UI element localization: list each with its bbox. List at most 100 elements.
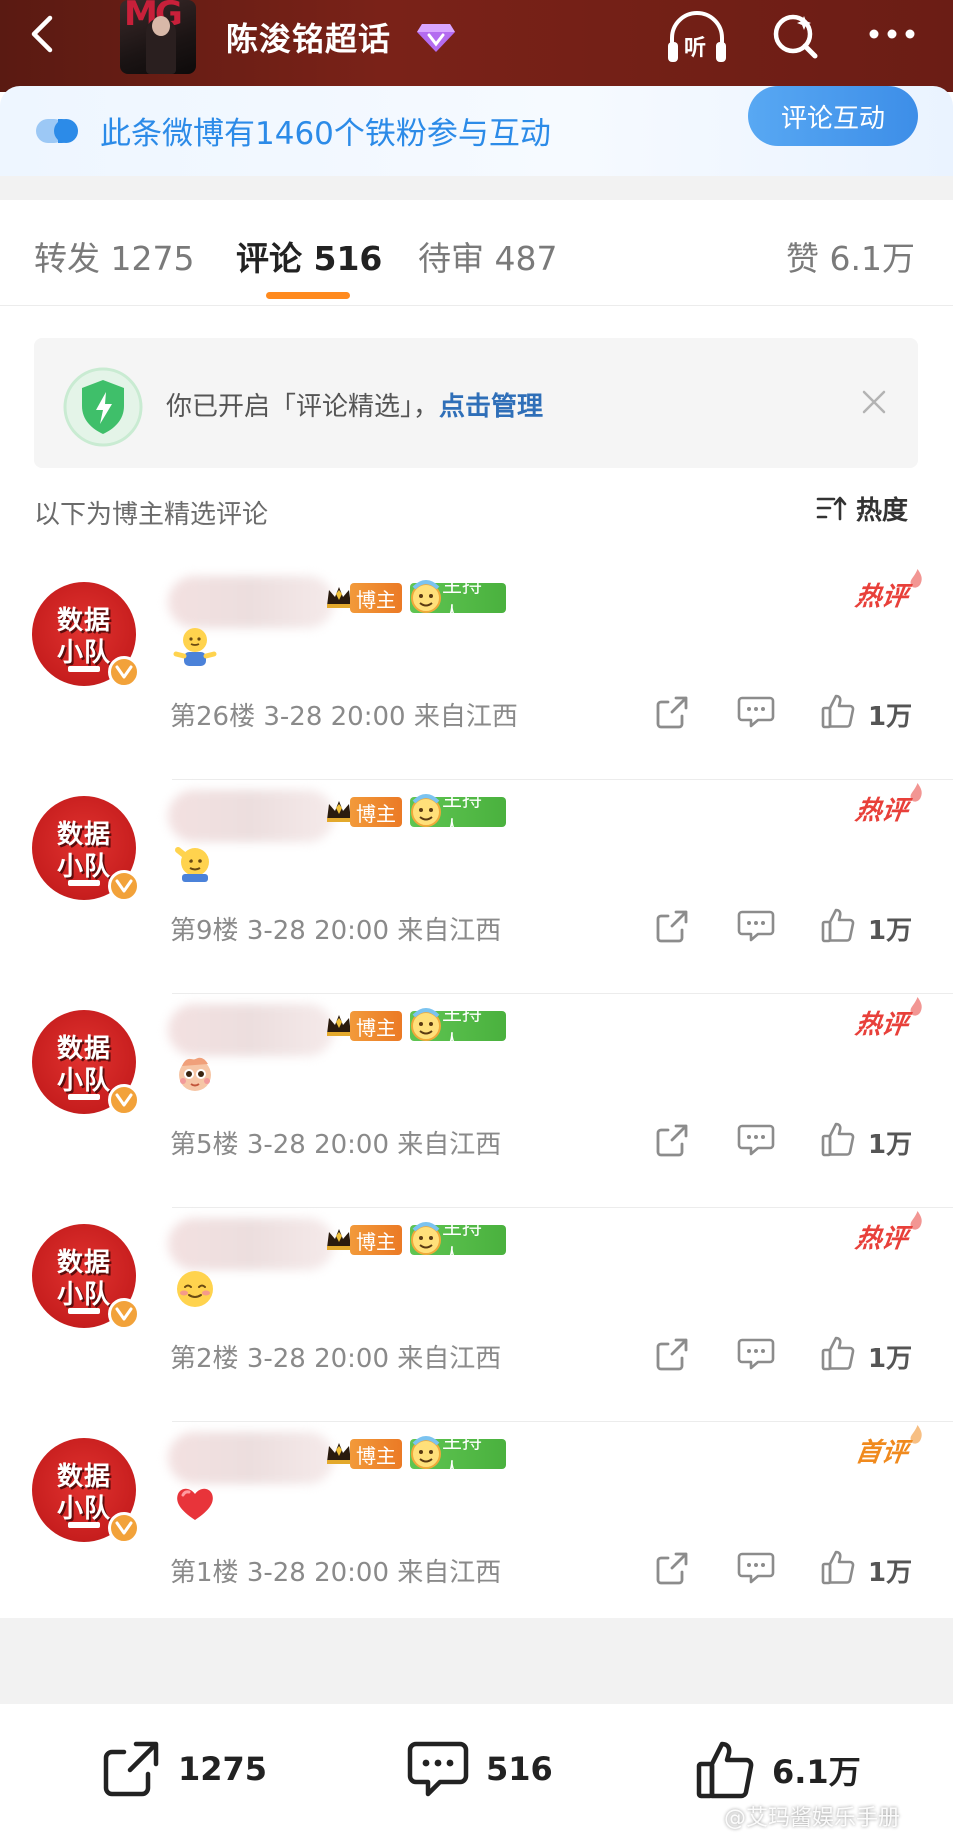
blurred-username[interactable] <box>168 576 334 628</box>
share-icon[interactable] <box>654 1336 690 1372</box>
repost-count: 1275 <box>178 1750 268 1788</box>
like-count: 1万 <box>868 1344 913 1374</box>
comment-location: 来自江西 <box>397 1558 502 1588</box>
tab-bar: 转发 1275 评论 516 待审 487 赞 6.1万 <box>0 200 953 306</box>
sort-label: 热度 <box>856 495 909 526</box>
comment-item[interactable]: 数据 小队 博主 主持人 热评 第5楼 3-28 20:00 来自江西 1万 <box>0 994 953 1208</box>
search-button[interactable] <box>768 8 824 64</box>
topic-avatar[interactable]: MG <box>120 0 196 74</box>
top-bar: MG 陈浚铭超话 听 <box>0 0 953 92</box>
tab-likes[interactable]: 赞 6.1万 <box>786 232 915 280</box>
comment-location: 来自江西 <box>397 916 502 946</box>
salute-emoji <box>175 847 209 882</box>
comment-item[interactable]: 数据 小队 博主 主持人 热评 第26楼 3-28 20:00 来自江西 1万 <box>0 566 953 780</box>
shy-smile-emoji <box>177 1271 213 1307</box>
comment-icon[interactable] <box>736 1122 776 1158</box>
comment-meta: 第5楼 3-28 20:00 来自江西 <box>170 1124 501 1161</box>
like-icon[interactable] <box>820 1120 856 1158</box>
comment-meta: 第2楼 3-28 20:00 来自江西 <box>170 1338 501 1375</box>
like-icon[interactable] <box>820 1548 856 1586</box>
blurred-username[interactable] <box>168 790 334 842</box>
moderator-face-icon <box>411 1008 441 1041</box>
host-badge: 博主 <box>350 1439 402 1469</box>
verified-badge-icon <box>108 870 140 902</box>
floor-number: 第1楼 <box>170 1558 239 1588</box>
tab-pending[interactable]: 待审 487 <box>418 232 557 280</box>
blurred-username[interactable] <box>168 1218 334 1270</box>
blurred-username[interactable] <box>168 1004 334 1056</box>
shrug-emoji <box>173 628 217 666</box>
comment-item[interactable]: 数据 小队 博主 主持人 热评 第2楼 3-28 20:00 来自江西 1万 <box>0 1208 953 1422</box>
fan-interaction-banner: 此条微博有1460个铁粉参与互动 评论互动 <box>0 86 953 182</box>
back-arrow-icon <box>31 15 53 53</box>
flame-icon <box>910 1425 922 1444</box>
thumbs-up-icon <box>696 1741 754 1799</box>
floor-number: 第26楼 <box>170 702 256 732</box>
bottom-spacer <box>0 1618 953 1704</box>
comment-time: 3-28 20:00 <box>246 1558 390 1588</box>
cute-character-emoji <box>179 1057 211 1091</box>
like-icon[interactable] <box>820 1334 856 1372</box>
repost-button[interactable]: 1275 <box>100 1738 267 1800</box>
comment-button[interactable]: 516 <box>406 1738 553 1800</box>
topic-title[interactable]: 陈浚铭超话 <box>226 14 391 60</box>
listen-button[interactable]: 听 <box>664 8 730 68</box>
comment-interaction-button[interactable]: 评论互动 <box>748 86 918 146</box>
more-options-button[interactable] <box>862 14 922 54</box>
share-icon[interactable] <box>654 1550 690 1586</box>
comment-location: 来自江西 <box>397 1344 502 1374</box>
verified-badge-icon <box>108 1512 140 1544</box>
hot-tag-label: 热评 <box>853 796 910 826</box>
like-icon[interactable] <box>820 906 856 944</box>
moderator-face-icon <box>411 794 441 827</box>
comment-item[interactable]: 数据 小队 博主 主持人 首评 第1楼 3-28 20:00 来自江西 1万 <box>0 1422 953 1636</box>
floor-number: 第5楼 <box>170 1130 239 1160</box>
flame-icon <box>910 997 922 1016</box>
shield-icon <box>63 367 143 447</box>
moderator-face-icon <box>411 580 441 613</box>
like-count: 1万 <box>868 702 913 732</box>
user-avatar[interactable]: 数据 小队 <box>32 1224 140 1330</box>
user-avatar[interactable]: 数据 小队 <box>32 1438 140 1544</box>
active-tab-indicator <box>266 292 350 299</box>
host-badge: 博主 <box>350 797 402 827</box>
share-icon[interactable] <box>654 694 690 730</box>
like-count: 1万 <box>868 1130 913 1160</box>
share-icon[interactable] <box>654 908 690 944</box>
user-avatar[interactable]: 数据 小队 <box>32 1010 140 1116</box>
comment-meta: 第9楼 3-28 20:00 来自江西 <box>170 910 501 947</box>
hot-tag-label: 热评 <box>853 1224 910 1254</box>
sort-by-hotness-button[interactable]: 热度 <box>816 490 908 526</box>
hot-comment-tag: 热评 <box>853 1211 922 1255</box>
comment-icon[interactable] <box>736 1336 776 1372</box>
comment-item[interactable]: 数据 小队 博主 主持人 热评 第9楼 3-28 20:00 来自江西 1万 <box>0 780 953 994</box>
user-avatar[interactable]: 数据 小队 <box>32 582 140 688</box>
verified-badge-icon <box>108 656 140 688</box>
back-button[interactable] <box>22 12 66 56</box>
close-icon[interactable] <box>856 384 892 420</box>
floor-number: 第2楼 <box>170 1344 239 1374</box>
banner-text: 此条微博有1460个铁粉参与互动 <box>100 116 551 152</box>
like-button[interactable]: 6.1万 <box>694 1738 861 1802</box>
manage-link[interactable]: 点击管理 <box>439 392 543 422</box>
featured-comments-notice: 你已开启「评论精选」，点击管理 <box>34 338 918 468</box>
blurred-username[interactable] <box>168 1432 334 1484</box>
heart-emoji <box>177 1488 213 1520</box>
share-icon[interactable] <box>654 1122 690 1158</box>
comment-location: 来自江西 <box>397 1130 502 1160</box>
notice-text: 你已开启「评论精选」， <box>166 392 440 422</box>
comment-icon[interactable] <box>736 1550 776 1586</box>
comment-location: 来自江西 <box>413 702 518 732</box>
user-avatar[interactable]: 数据 小队 <box>32 796 140 902</box>
flame-icon <box>910 569 922 588</box>
flame-icon <box>910 783 922 802</box>
sort-icon <box>816 496 847 521</box>
comment-icon[interactable] <box>736 908 776 944</box>
like-icon[interactable] <box>820 692 856 730</box>
comment-meta: 第26楼 3-28 20:00 来自江西 <box>170 696 518 733</box>
comment-icon[interactable] <box>736 694 776 730</box>
hot-comment-tag: 热评 <box>853 569 922 613</box>
tab-reposts[interactable]: 转发 1275 <box>34 232 194 280</box>
tab-comments[interactable]: 评论 516 <box>236 232 382 280</box>
host-badge: 博主 <box>350 1011 402 1041</box>
